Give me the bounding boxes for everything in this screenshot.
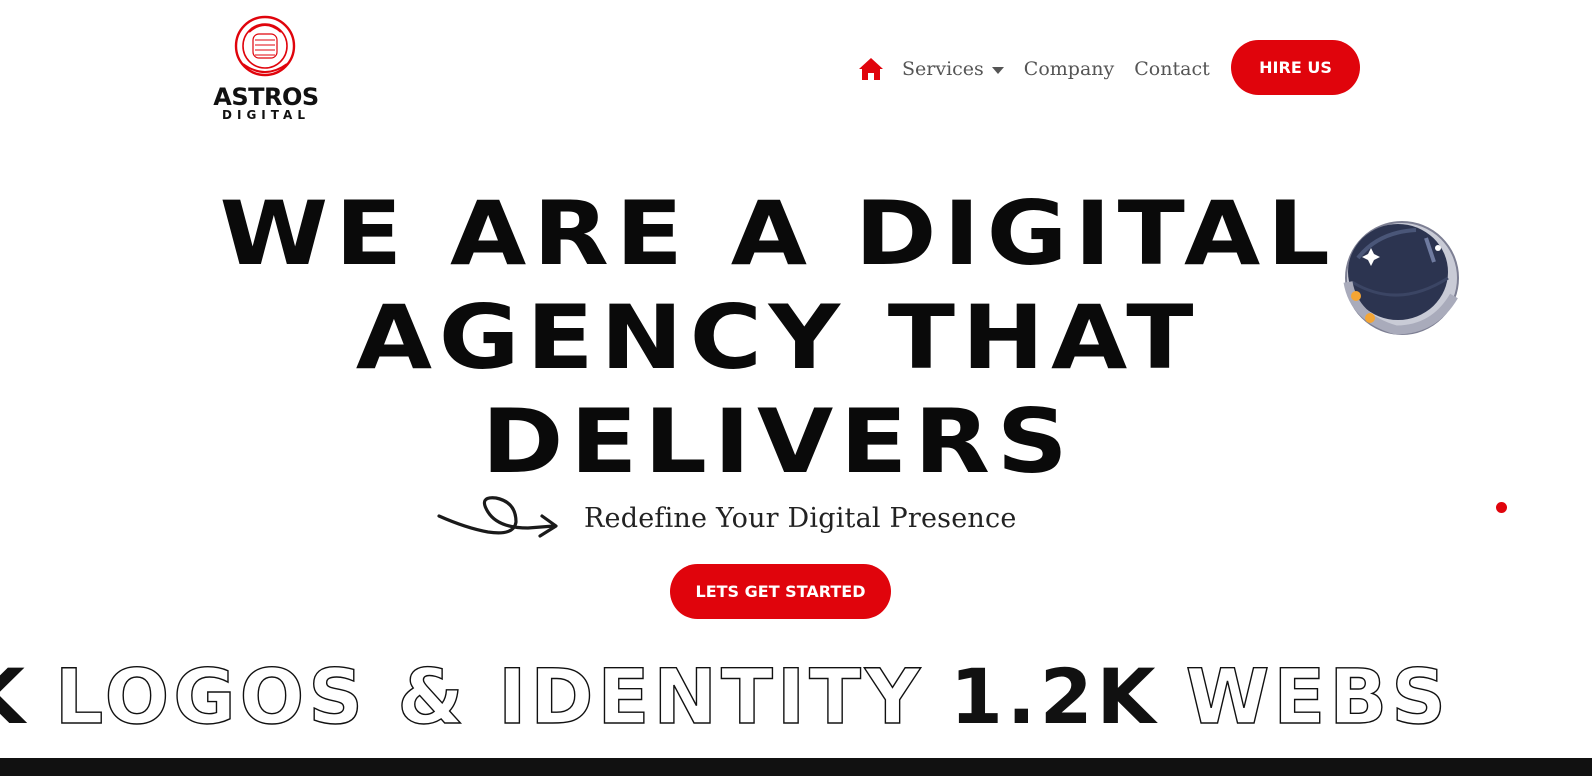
astronaut-helmet-icon bbox=[1343, 221, 1459, 335]
home-icon[interactable] bbox=[858, 57, 884, 81]
marquee-label-logos-identity: LOGOS & IDENTITY bbox=[54, 651, 925, 741]
bottom-bar bbox=[0, 758, 1592, 776]
main-nav: Services Company Contact bbox=[858, 54, 1230, 84]
chevron-down-icon bbox=[991, 66, 1004, 74]
swirl-arrow-icon bbox=[437, 496, 558, 538]
lets-get-started-button[interactable]: LETS GET STARTED bbox=[670, 564, 891, 619]
marquee-track: K LOGOS & IDENTITY 1.2K WEBS bbox=[0, 651, 1450, 742]
marquee-label-websites: WEBS bbox=[1185, 651, 1450, 741]
nav-contact-label: Contact bbox=[1134, 58, 1210, 80]
hero-tagline: Redefine Your Digital Presence bbox=[584, 503, 1017, 534]
nav-company[interactable]: Company bbox=[1024, 58, 1114, 80]
logo-subtitle: DIGITAL bbox=[222, 108, 310, 122]
stats-marquee: K LOGOS & IDENTITY 1.2K WEBS bbox=[0, 648, 1592, 748]
hire-us-button[interactable]: HIRE US bbox=[1231, 40, 1360, 95]
red-dot-indicator bbox=[1496, 502, 1507, 513]
nav-services[interactable]: Services bbox=[902, 58, 1004, 80]
astronaut-helmet-logo-icon bbox=[234, 15, 296, 77]
logo-wordmark: ASTROS bbox=[213, 83, 319, 111]
hero-title-line-3: DELIVERS bbox=[481, 390, 1075, 493]
marquee-stat-websites: 1.2K bbox=[950, 652, 1160, 741]
brand-logo[interactable]: ASTROS DIGITAL bbox=[205, 12, 327, 122]
nav-company-label: Company bbox=[1023, 58, 1115, 80]
nav-services-label: Services bbox=[902, 58, 984, 80]
nav-contact[interactable]: Contact bbox=[1134, 58, 1209, 80]
marquee-stat-partial: K bbox=[0, 652, 29, 741]
